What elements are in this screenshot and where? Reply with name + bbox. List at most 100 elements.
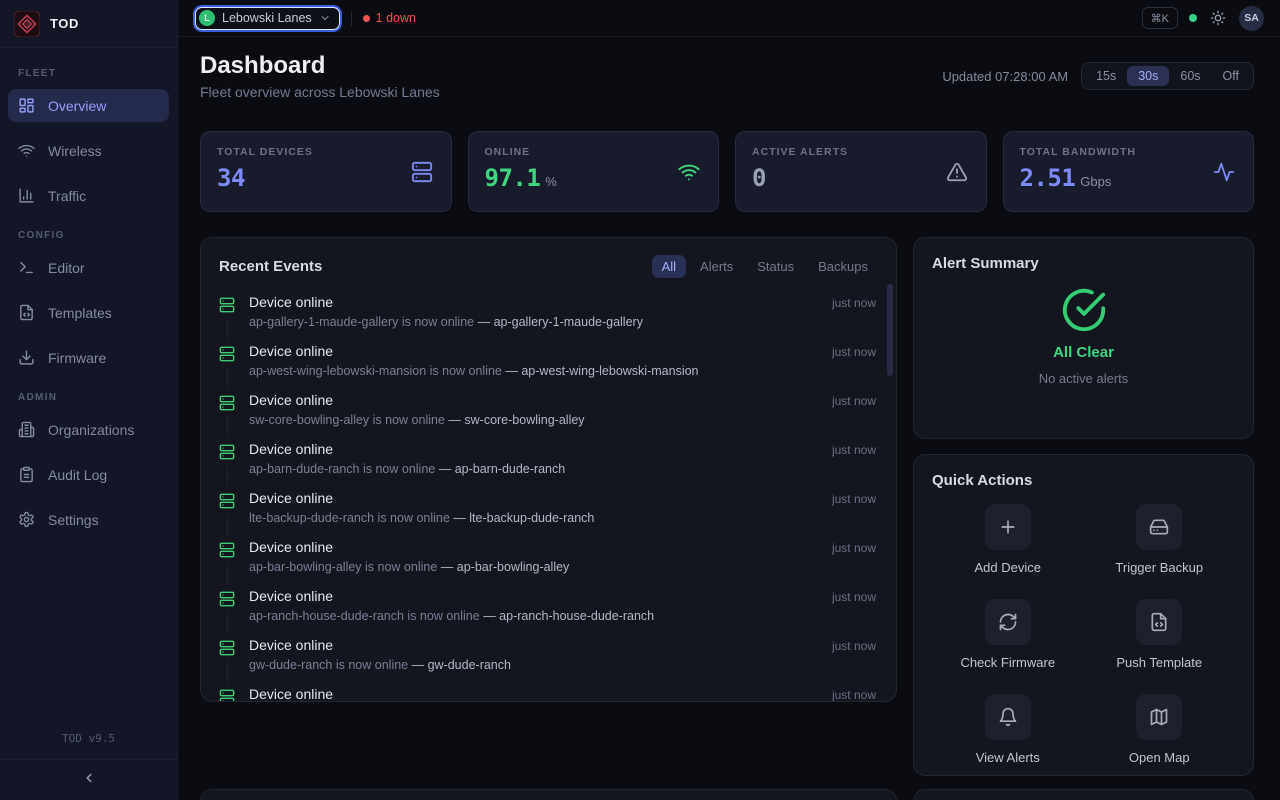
server-icon bbox=[219, 588, 236, 624]
sidebar-item-wireless[interactable]: Wireless bbox=[8, 134, 169, 167]
alert-summary-panel: Alert Summary All Clear No active alerts bbox=[913, 237, 1254, 439]
event-row: Device onlineap-west-wing-lebowski-mansi… bbox=[219, 337, 876, 386]
nav-section-label-config: CONFIG bbox=[8, 230, 169, 241]
sun-icon bbox=[1210, 10, 1226, 26]
connection-status-dot bbox=[1189, 14, 1197, 22]
sidebar-item-traffic[interactable]: Traffic bbox=[8, 179, 169, 212]
event-title: Device online bbox=[249, 441, 819, 458]
sidebar-item-editor[interactable]: Editor bbox=[8, 251, 169, 284]
server-icon bbox=[219, 686, 236, 702]
wifi-icon bbox=[678, 161, 700, 183]
clipboard-icon bbox=[18, 466, 35, 483]
quick-action-label: Add Device bbox=[975, 560, 1041, 575]
quick-action-trigger-backup[interactable]: Trigger Backup bbox=[1084, 504, 1236, 575]
event-time: just now bbox=[832, 392, 876, 428]
quick-actions-title: Quick Actions bbox=[932, 472, 1235, 489]
refresh-option-15s[interactable]: 15s bbox=[1085, 66, 1127, 86]
sidebar-item-settings[interactable]: Settings bbox=[8, 503, 169, 536]
event-row: Device onlineap-ranch-house-dude-ranch i… bbox=[219, 582, 876, 631]
stat-unit: % bbox=[545, 174, 557, 189]
updated-timestamp: Updated 07:28:00 AM bbox=[942, 69, 1068, 84]
org-selector[interactable]: L Lebowski Lanes bbox=[195, 7, 340, 30]
event-row: Device onlinejust now bbox=[219, 680, 876, 702]
events-tab-status[interactable]: Status bbox=[747, 255, 804, 278]
page-subtitle: Fleet overview across Lebowski Lanes bbox=[200, 84, 440, 101]
app-version: TOD v9.5 bbox=[0, 722, 177, 759]
sidebar-item-organizations[interactable]: Organizations bbox=[8, 413, 169, 446]
page-header: Dashboard Fleet overview across Lebowski… bbox=[200, 53, 1254, 101]
user-avatar[interactable]: SA bbox=[1239, 6, 1264, 31]
quick-action-label: Trigger Backup bbox=[1115, 560, 1203, 575]
event-time: just now bbox=[832, 637, 876, 673]
sidebar: TOD FLEET Overview Wireless Traffic CONFIG Ed… bbox=[0, 0, 178, 800]
sidebar-item-label: Wireless bbox=[48, 143, 102, 159]
event-description: lte-backup-dude-ranch is now online — lt… bbox=[249, 511, 819, 526]
sidebar-item-firmware[interactable]: Firmware bbox=[8, 341, 169, 374]
quick-action-view-alerts[interactable]: View Alerts bbox=[932, 694, 1084, 765]
event-time: just now bbox=[832, 441, 876, 477]
app-root: TOD FLEET Overview Wireless Traffic CONFIG Ed… bbox=[0, 0, 1280, 800]
event-time: just now bbox=[832, 539, 876, 575]
events-tab-backups[interactable]: Backups bbox=[808, 255, 878, 278]
stat-label: ACTIVE ALERTS bbox=[752, 146, 970, 158]
server-icon bbox=[219, 637, 236, 673]
event-description: sw-core-bowling-alley is now online — sw… bbox=[249, 413, 819, 428]
down-status: 1 down bbox=[363, 11, 416, 25]
stat-value: 97.1 bbox=[485, 164, 541, 192]
events-tab-alerts[interactable]: Alerts bbox=[690, 255, 743, 278]
event-description: ap-ranch-house-dude-ranch is now online … bbox=[249, 609, 819, 624]
stat-card-online: ONLINE97.1% bbox=[468, 131, 720, 212]
sidebar-item-overview[interactable]: Overview bbox=[8, 89, 169, 122]
no-active-alerts-text: No active alerts bbox=[1039, 371, 1129, 386]
sidebar-item-label: Settings bbox=[48, 512, 99, 528]
event-row: Device onlineap-gallery-1-maude-gallery … bbox=[219, 288, 876, 337]
nav-section-label-fleet: FLEET bbox=[8, 68, 169, 79]
quick-action-check-firmware[interactable]: Check Firmware bbox=[932, 599, 1084, 670]
wifi-icon bbox=[18, 142, 35, 159]
nav-section-label-admin: ADMIN bbox=[8, 392, 169, 403]
server-icon bbox=[219, 343, 236, 379]
event-description: ap-gallery-1-maude-gallery is now online… bbox=[249, 315, 819, 330]
topbar: L Lebowski Lanes 1 down ⌘K SA bbox=[178, 0, 1280, 37]
brand-name: TOD bbox=[50, 16, 79, 31]
quick-action-push-template[interactable]: Push Template bbox=[1084, 599, 1236, 670]
grid-icon bbox=[18, 97, 35, 114]
event-title: Device online bbox=[249, 392, 819, 409]
page-title: Dashboard bbox=[200, 53, 440, 79]
event-title: Device online bbox=[249, 686, 819, 702]
terminal-icon bbox=[18, 259, 35, 276]
server-icon bbox=[219, 294, 236, 330]
stat-card-total-devices: TOTAL DEVICES34 bbox=[200, 131, 452, 212]
server-icon bbox=[219, 539, 236, 575]
bar-chart-icon bbox=[18, 187, 35, 204]
event-description: ap-bar-bowling-alley is now online — ap-… bbox=[249, 560, 819, 575]
theme-toggle-button[interactable] bbox=[1208, 8, 1228, 28]
down-status-label: 1 down bbox=[376, 11, 416, 25]
event-time: just now bbox=[832, 343, 876, 379]
topbar-divider bbox=[351, 11, 352, 26]
stat-label: TOTAL BANDWIDTH bbox=[1020, 146, 1238, 158]
map-icon bbox=[1136, 694, 1182, 740]
sidebar-item-templates[interactable]: Templates bbox=[8, 296, 169, 329]
events-scrollbar[interactable] bbox=[887, 284, 893, 376]
refresh-interval-control: 15s30s60sOff bbox=[1081, 62, 1254, 90]
next-panel-partial bbox=[200, 789, 897, 800]
refresh-option-off[interactable]: Off bbox=[1212, 66, 1250, 86]
sidebar-item-audit-log[interactable]: Audit Log bbox=[8, 458, 169, 491]
stat-card-active-alerts: ACTIVE ALERTS0 bbox=[735, 131, 987, 212]
plus-icon bbox=[985, 504, 1031, 550]
main-area: L Lebowski Lanes 1 down ⌘K SA Dashboard … bbox=[178, 0, 1280, 800]
refresh-option-60s[interactable]: 60s bbox=[1169, 66, 1211, 86]
quick-action-add-device[interactable]: Add Device bbox=[932, 504, 1084, 575]
down-status-dot bbox=[363, 15, 370, 22]
sidebar-nav: FLEET Overview Wireless Traffic CONFIG Editor… bbox=[0, 48, 177, 722]
sidebar-collapse-button[interactable] bbox=[74, 769, 104, 790]
event-row: Device onlineap-barn-dude-ranch is now o… bbox=[219, 435, 876, 484]
event-time: just now bbox=[832, 294, 876, 330]
quick-action-open-map[interactable]: Open Map bbox=[1084, 694, 1236, 765]
events-tab-all[interactable]: All bbox=[652, 255, 686, 278]
command-palette-button[interactable]: ⌘K bbox=[1142, 7, 1178, 29]
refresh-option-30s[interactable]: 30s bbox=[1127, 66, 1169, 86]
event-time: just now bbox=[832, 490, 876, 526]
page-content: Dashboard Fleet overview across Lebowski… bbox=[178, 37, 1280, 800]
